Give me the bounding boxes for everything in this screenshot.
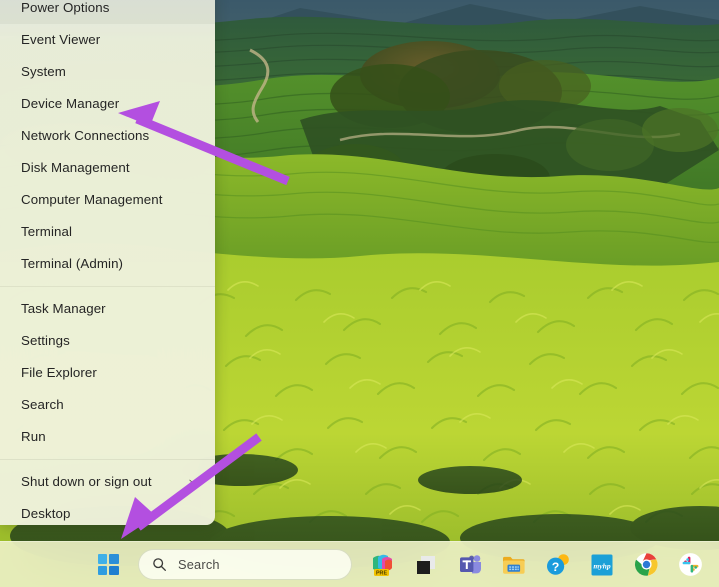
menu-item-system[interactable]: System [0, 56, 215, 88]
myhp-icon: myhp [591, 554, 613, 575]
menu-item-label: File Explorer [21, 365, 97, 380]
menu-item-run[interactable]: Run [0, 421, 215, 453]
menu-item-label: Event Viewer [21, 32, 101, 47]
taskbar-app-dark-tile[interactable] [409, 548, 443, 582]
taskbar-app-microsoft-365[interactable]: PRE [365, 548, 399, 582]
menu-separator-2 [0, 459, 215, 460]
taskbar-app-slack[interactable] [673, 548, 707, 582]
question-mark-glyph: ? [552, 560, 560, 574]
winx-quick-link-menu[interactable]: Power Options Event Viewer System Device… [0, 0, 215, 525]
menu-item-device-manager[interactable]: Device Manager [0, 88, 215, 120]
microsoft-teams-icon [459, 555, 481, 574]
start-button[interactable] [92, 549, 124, 581]
menu-item-label: Run [21, 429, 46, 444]
menu-item-label: Desktop [21, 506, 71, 521]
desktop-screen: Power Options Event Viewer System Device… [0, 0, 719, 587]
search-placeholder: Search [178, 557, 220, 572]
menu-item-task-manager[interactable]: Task Manager [0, 293, 215, 325]
file-explorer-icon [503, 556, 525, 574]
menu-item-label: Device Manager [21, 96, 120, 111]
menu-item-disk-management[interactable]: Disk Management [0, 152, 215, 184]
menu-group-tools: Task Manager Settings File Explorer Sear… [0, 293, 215, 453]
taskbar-app-myhp[interactable]: myhp [585, 548, 619, 582]
taskbar-app-teams[interactable] [453, 548, 487, 582]
google-chrome-icon [634, 553, 658, 576]
pre-badge-label: PRE [376, 570, 387, 576]
menu-group-system: Power Options Event Viewer System Device… [0, 0, 215, 280]
menu-item-label: Search [21, 397, 64, 412]
menu-item-label: Terminal (Admin) [21, 256, 124, 271]
search-icon [153, 558, 166, 571]
menu-item-file-explorer[interactable]: File Explorer [0, 357, 215, 389]
menu-item-terminal-admin[interactable]: Terminal (Admin) [0, 248, 215, 280]
menu-item-search[interactable]: Search [0, 389, 215, 421]
menu-item-label: Power Options [21, 0, 110, 15]
slack-icon [678, 553, 702, 576]
menu-item-label: Computer Management [21, 192, 163, 207]
menu-item-settings[interactable]: Settings [0, 325, 215, 357]
menu-item-shut-down-or-sign-out[interactable]: Shut down or sign out › [0, 466, 215, 498]
menu-item-desktop[interactable]: Desktop [0, 498, 215, 525]
search-input[interactable]: Search [138, 549, 352, 580]
taskbar-app-icons: PRE ? myhp [365, 548, 707, 582]
microsoft-365-copilot-icon: PRE [373, 554, 392, 576]
taskbar: Search PRE ? myhp [0, 541, 719, 587]
menu-group-session: Shut down or sign out › Desktop [0, 466, 215, 525]
chevron-right-icon: › [188, 475, 193, 488]
get-help-icon: ? [547, 553, 569, 575]
myhp-wordmark: myhp [593, 561, 611, 570]
menu-separator-1 [0, 286, 215, 287]
menu-item-label: Settings [21, 333, 70, 348]
menu-item-terminal[interactable]: Terminal [0, 216, 215, 248]
taskbar-app-file-explorer[interactable] [497, 548, 531, 582]
menu-item-label: Terminal [21, 224, 73, 239]
menu-item-computer-management[interactable]: Computer Management [0, 184, 215, 216]
menu-item-power-options[interactable]: Power Options [0, 0, 215, 24]
menu-item-network-connections[interactable]: Network Connections [0, 120, 215, 152]
menu-item-label: System [21, 64, 66, 79]
menu-item-label: Shut down or sign out [21, 474, 152, 489]
taskbar-app-chrome[interactable] [629, 548, 663, 582]
taskbar-app-get-help[interactable]: ? [541, 548, 575, 582]
menu-item-event-viewer[interactable]: Event Viewer [0, 24, 215, 56]
windows-logo-icon [97, 554, 119, 575]
menu-item-label: Network Connections [21, 128, 150, 143]
menu-item-label: Task Manager [21, 301, 106, 316]
dark-app-icon [417, 555, 435, 574]
menu-item-label: Disk Management [21, 160, 130, 175]
